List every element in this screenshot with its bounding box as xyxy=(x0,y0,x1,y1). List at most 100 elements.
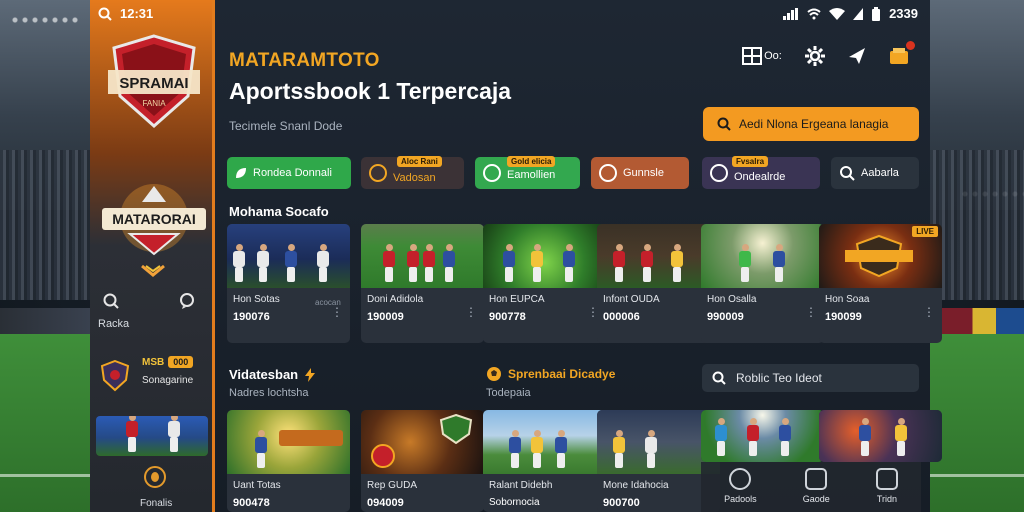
badge-title: MSB xyxy=(142,356,165,368)
bottom-nav-item[interactable]: Tridn xyxy=(875,468,898,504)
card-value: Sobornocia xyxy=(489,497,540,508)
sidebar-bottom-label[interactable]: Fonalis xyxy=(140,498,172,509)
brand-name[interactable]: MATARAMTOTO xyxy=(229,50,380,72)
play-icon xyxy=(599,164,617,182)
bolt-icon xyxy=(305,367,316,382)
partner-logo: MATARORAI xyxy=(102,184,206,256)
sidebar-item-label[interactable]: Racka xyxy=(98,318,129,330)
chip-tag: Fvsalra xyxy=(732,156,769,167)
check-icon xyxy=(483,164,501,182)
chat-icon xyxy=(729,468,752,490)
chip-label: Rondea Donnali xyxy=(253,167,332,179)
bottom-nav-label: Gaode xyxy=(802,494,830,504)
promo-badge[interactable]: MSB 000 xyxy=(142,356,194,368)
chip-3[interactable]: Gunnsle xyxy=(591,157,689,189)
game-card[interactable]: Hon Osalla 990009 ⋮ xyxy=(701,224,824,343)
section-title: Sprenbaai Dicadye xyxy=(486,366,615,382)
play-icon xyxy=(710,164,728,182)
stadium-background-right xyxy=(930,0,1024,512)
game-card[interactable]: LIVE Hon Soaa 190099 ⋮ xyxy=(819,224,942,343)
game-card[interactable]: Hon Sotas 190076 acocan ⋮ xyxy=(227,224,350,343)
stadium-background-left xyxy=(0,0,95,512)
more-icon[interactable]: ⋮ xyxy=(331,305,343,319)
scoreboard-button[interactable]: Oo: xyxy=(740,45,784,67)
tv-icon xyxy=(805,468,828,490)
more-icon[interactable]: ⋮ xyxy=(923,305,935,319)
brand-logo[interactable]: SPRAMAI FANIA xyxy=(108,34,200,130)
soccer-ball-icon xyxy=(487,367,501,381)
chip-label: Gunnsle xyxy=(623,167,664,179)
logo-subtext: FANIA xyxy=(142,99,166,108)
chip-2[interactable]: Gold elicia Eamollien xyxy=(475,156,580,189)
location-icon[interactable] xyxy=(144,466,166,488)
chip-0[interactable]: Rondea Donnali xyxy=(227,157,351,189)
plane-icon[interactable] xyxy=(846,45,868,67)
section-subtitle: Todepaia xyxy=(486,387,531,399)
game-card[interactable]: Uant Totas 900478 xyxy=(227,410,350,512)
chip-tag: Aloc Rani xyxy=(397,156,442,167)
page-title: Aportssbook 1 Terpercaja xyxy=(229,78,512,104)
wallet-icon[interactable] xyxy=(888,41,915,67)
chip-4[interactable]: Fvsalra Ondealrde xyxy=(702,156,820,189)
card-image xyxy=(227,224,350,288)
card-value: 094009 xyxy=(367,497,404,509)
game-card[interactable]: Ralant Didebh Sobornocia xyxy=(483,410,606,512)
gear-icon[interactable] xyxy=(804,45,826,67)
signal-icon xyxy=(783,7,799,20)
grid-icon xyxy=(742,47,763,65)
chevron-down-icon[interactable] xyxy=(140,262,166,283)
sidebar-thumbnail[interactable] xyxy=(96,416,208,456)
bottom-nav: Padools Gaode Tridn xyxy=(701,462,921,512)
game-card[interactable]: Doni Adidola 190009 ⋮ xyxy=(361,224,484,343)
chip-1[interactable]: Aloc Rani Vadosan xyxy=(361,156,464,189)
chip-tag: Gold elicia xyxy=(507,156,556,167)
card-title: Ralant Didebh xyxy=(489,480,553,491)
partner-logo-text: MATARORAI xyxy=(112,211,195,227)
section-title-text: Sprenbaai Dicadye xyxy=(508,367,616,381)
game-card[interactable] xyxy=(701,410,824,462)
leaf-icon xyxy=(236,168,246,178)
soccer-ball-icon xyxy=(369,164,387,182)
card-image xyxy=(483,224,606,288)
card-title: Hon Osalla xyxy=(707,294,757,305)
card-image xyxy=(361,410,484,474)
more-icon[interactable]: ⋮ xyxy=(805,305,817,319)
bottom-nav-label: Tridn xyxy=(876,494,897,504)
chip-label: Eamollien xyxy=(507,169,556,181)
search-icon xyxy=(840,166,855,181)
wifi-icon xyxy=(829,7,846,20)
search-label: Roblic Teo Ideot xyxy=(736,371,822,385)
section-subtitle: Nadres lochtsha xyxy=(229,387,309,399)
search-icon[interactable] xyxy=(102,292,120,310)
header-icon-text: Oo: xyxy=(764,50,782,62)
card-title: Hon Soaa xyxy=(825,294,870,305)
bottom-nav-label: Padools xyxy=(724,494,757,504)
status-text: 2339 xyxy=(889,6,918,21)
chat-icon[interactable] xyxy=(178,292,196,310)
sidebar-sub-label[interactable]: Sonagarine xyxy=(142,375,193,386)
bottom-nav-item[interactable]: Gaode xyxy=(803,468,830,504)
game-card[interactable]: Rep GUDA 094009 xyxy=(361,410,484,512)
shield-icon xyxy=(439,414,473,444)
card-image xyxy=(361,224,484,288)
main-panel: 2339 MATARAMTOTO Aportssbook 1 Terpercaj… xyxy=(215,0,942,512)
chip-label: Ondealrde xyxy=(734,171,786,183)
card-image xyxy=(701,410,824,462)
chip-label: Aabarla xyxy=(861,167,899,179)
section-title: Vidatesban xyxy=(229,367,316,382)
card-title: Doni Adidola xyxy=(367,294,424,305)
search-input[interactable]: Roblic Teo Ideot xyxy=(702,364,919,392)
chip-5[interactable]: Aabarla xyxy=(831,157,919,189)
search-icon[interactable] xyxy=(98,7,112,21)
game-card[interactable] xyxy=(819,410,942,462)
cta-search-button[interactable]: Aedi Nlona Ergeana lanagia xyxy=(703,107,919,141)
status-bar-right: 2339 xyxy=(783,6,918,21)
bottom-nav-item[interactable]: Padools xyxy=(724,468,757,504)
battery-icon xyxy=(872,6,881,21)
more-icon[interactable]: ⋮ xyxy=(465,305,477,319)
notification-dot xyxy=(906,41,915,50)
logo-text: SPRAMAI xyxy=(119,75,188,92)
cta-label: Aedi Nlona Ergeana lanagia xyxy=(739,117,889,131)
search-icon xyxy=(712,371,726,385)
game-card[interactable]: Hon EUPCA 900778 ⋮ xyxy=(483,224,606,343)
